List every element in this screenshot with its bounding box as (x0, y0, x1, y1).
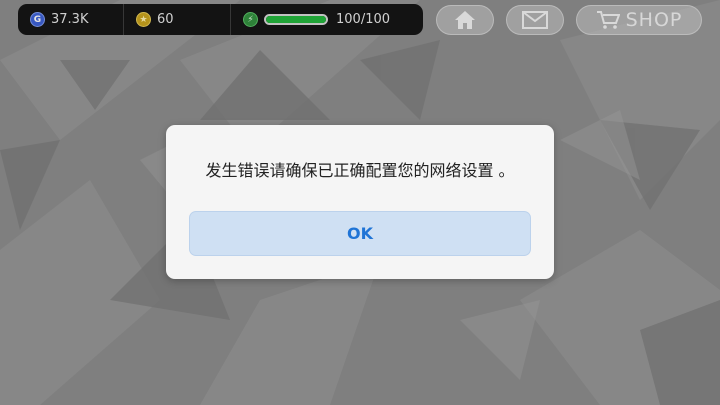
ok-button[interactable]: OK (189, 211, 531, 256)
error-message: 发生错误请确保已正确配置您的网络设置 。 (205, 161, 515, 180)
error-dialog: 发生错误请确保已正确配置您的网络设置 。 OK (166, 125, 554, 279)
